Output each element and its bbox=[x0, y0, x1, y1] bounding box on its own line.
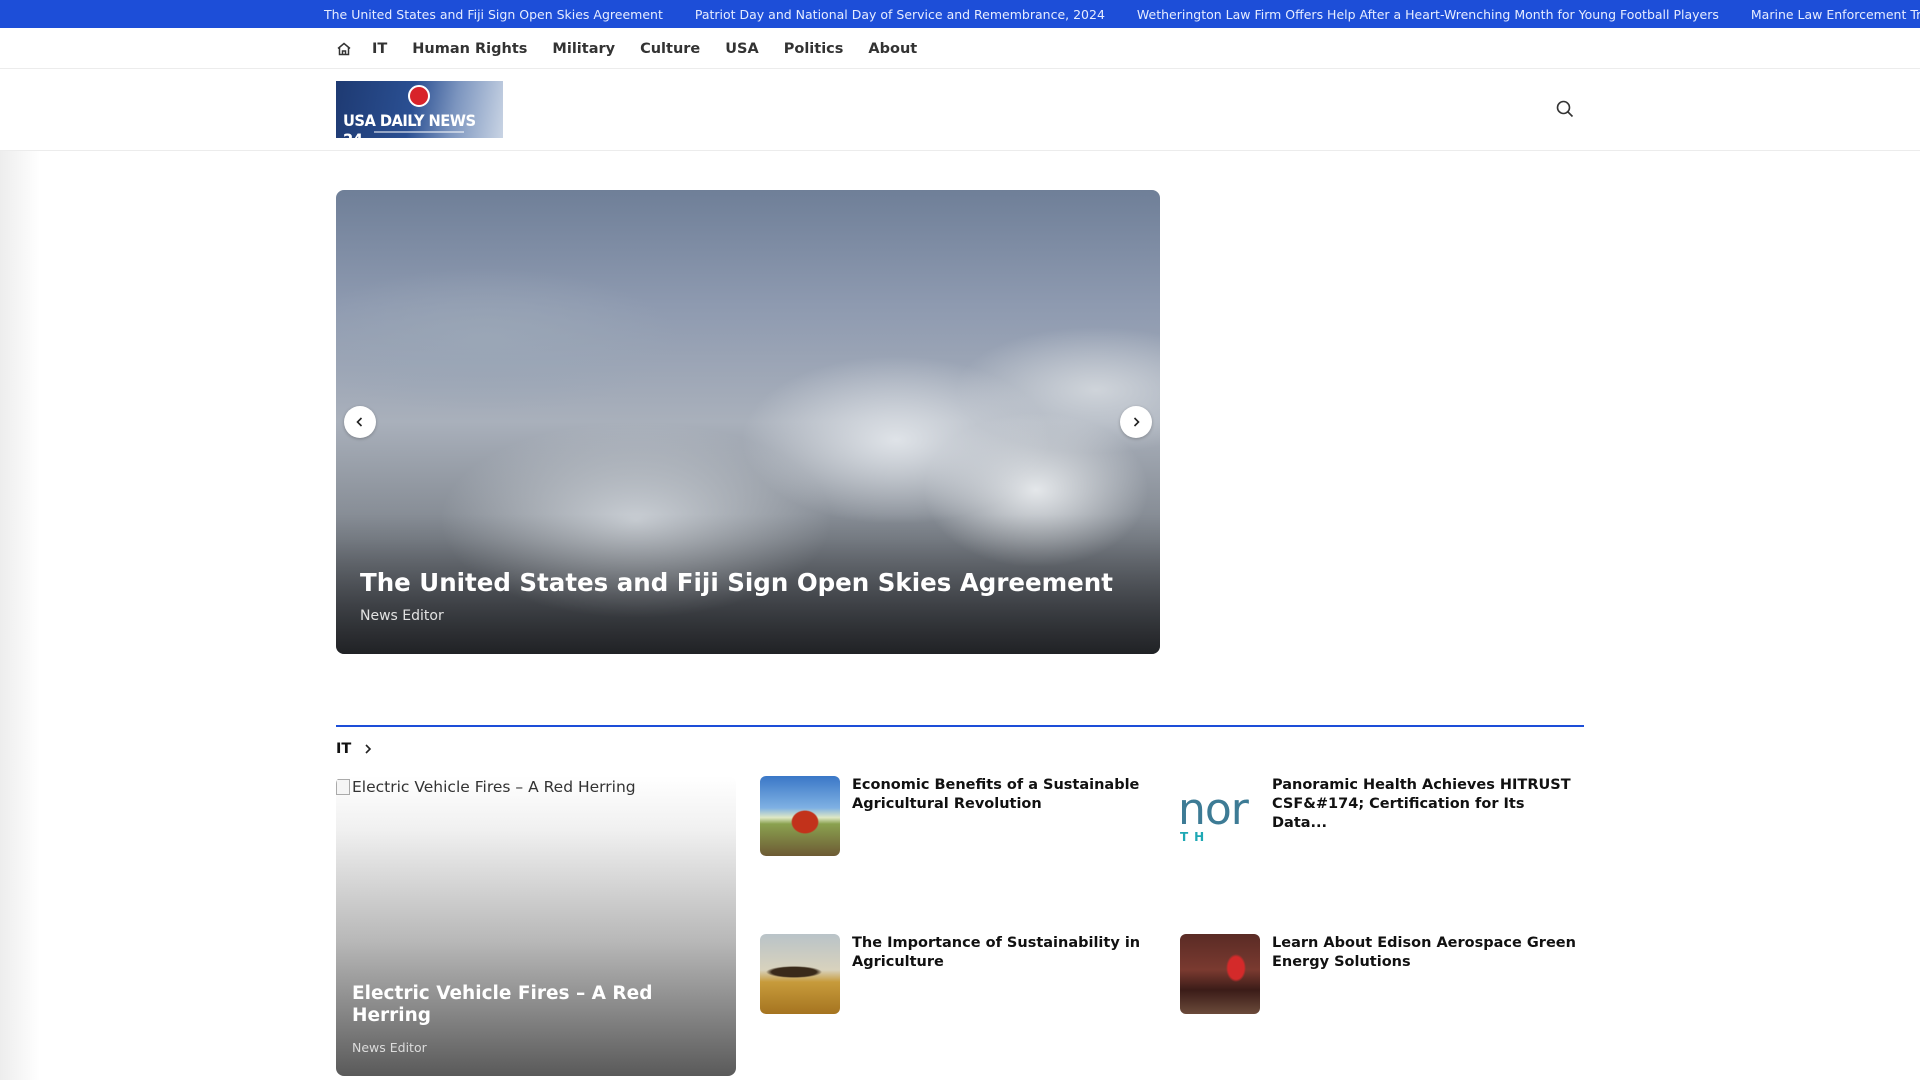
nav-link-politics[interactable]: Politics bbox=[784, 41, 844, 57]
slider-prev-button[interactable] bbox=[344, 406, 376, 438]
article-thumbnail[interactable] bbox=[1180, 934, 1260, 1014]
slider-next-button[interactable] bbox=[1120, 406, 1152, 438]
article-title[interactable]: Economic Benefits of a Sustainable Agric… bbox=[852, 776, 1162, 814]
news-ticker: The United States and Fiji Sign Open Ski… bbox=[0, 0, 1920, 28]
article-item[interactable]: The Importance of Sustainability in Agri… bbox=[760, 934, 1170, 1016]
nav-link-military[interactable]: Military bbox=[552, 41, 615, 57]
article-title[interactable]: Panoramic Health Achieves HITRUST CSF&#1… bbox=[1272, 776, 1582, 833]
chevron-right-icon bbox=[363, 743, 373, 755]
page-side-shade bbox=[0, 28, 40, 1080]
top-navigation: IT Human Rights Military Culture USA Pol… bbox=[0, 28, 1920, 69]
site-header: USA DAILY NEWS 24 bbox=[0, 69, 1920, 151]
featured-article-card[interactable]: Electric Vehicle Fires – A Red Herring E… bbox=[336, 776, 736, 1076]
broken-image-icon bbox=[336, 779, 350, 795]
section-divider bbox=[336, 725, 1584, 727]
section-title-it[interactable]: IT bbox=[336, 741, 373, 757]
article-thumbnail[interactable]: nor TH bbox=[1180, 776, 1260, 856]
chevron-left-icon bbox=[354, 413, 366, 432]
ticker-item[interactable]: Patriot Day and National Day of Service … bbox=[695, 7, 1105, 22]
logo-text: USA DAILY NEWS 24 bbox=[343, 111, 476, 138]
article-item[interactable]: Learn About Edison Aerospace Green Energ… bbox=[1180, 934, 1590, 1016]
ticker-item[interactable]: Wetherington Law Firm Offers Help After … bbox=[1137, 7, 1719, 22]
site-logo[interactable]: USA DAILY NEWS 24 bbox=[336, 81, 503, 138]
nav-link-culture[interactable]: Culture bbox=[640, 41, 700, 57]
article-item[interactable]: Economic Benefits of a Sustainable Agric… bbox=[760, 776, 1170, 858]
nav-link-about[interactable]: About bbox=[868, 41, 917, 57]
search-icon[interactable] bbox=[1555, 99, 1575, 119]
article-thumbnail[interactable] bbox=[760, 934, 840, 1014]
hero-title[interactable]: The United States and Fiji Sign Open Ski… bbox=[360, 568, 1113, 597]
thumbnail-logo-text: nor bbox=[1180, 784, 1249, 835]
hero-author: News Editor bbox=[360, 608, 444, 624]
hero-slider[interactable]: The United States and Fiji Sign Open Ski… bbox=[336, 190, 1160, 654]
section-title-label: IT bbox=[336, 741, 352, 757]
image-alt-text: Electric Vehicle Fires – A Red Herring bbox=[352, 778, 636, 796]
article-title[interactable]: Learn About Edison Aerospace Green Energ… bbox=[1272, 934, 1582, 972]
chevron-right-icon bbox=[1130, 413, 1142, 432]
article-item[interactable]: nor TH Panoramic Health Achieves HITRUST… bbox=[1180, 776, 1590, 858]
logo-underline bbox=[374, 131, 464, 133]
ticker-item[interactable]: Marine Law Enforcement Training Pro bbox=[1751, 7, 1920, 22]
logo-globe-icon bbox=[408, 85, 430, 107]
featured-article-title[interactable]: Electric Vehicle Fires – A Red Herring bbox=[352, 983, 722, 1027]
nav-link-human-rights[interactable]: Human Rights bbox=[412, 41, 527, 57]
article-title[interactable]: The Importance of Sustainability in Agri… bbox=[852, 934, 1162, 972]
ticker-item[interactable]: The United States and Fiji Sign Open Ski… bbox=[324, 7, 663, 22]
featured-article-author: News Editor bbox=[352, 1040, 427, 1055]
nav-link-usa[interactable]: USA bbox=[725, 41, 758, 57]
article-thumbnail[interactable] bbox=[760, 776, 840, 856]
home-icon[interactable] bbox=[336, 41, 352, 57]
thumbnail-logo-subtext: TH bbox=[1180, 830, 1211, 844]
nav-link-it[interactable]: IT bbox=[372, 41, 387, 57]
broken-image-placeholder: Electric Vehicle Fires – A Red Herring bbox=[336, 778, 636, 796]
